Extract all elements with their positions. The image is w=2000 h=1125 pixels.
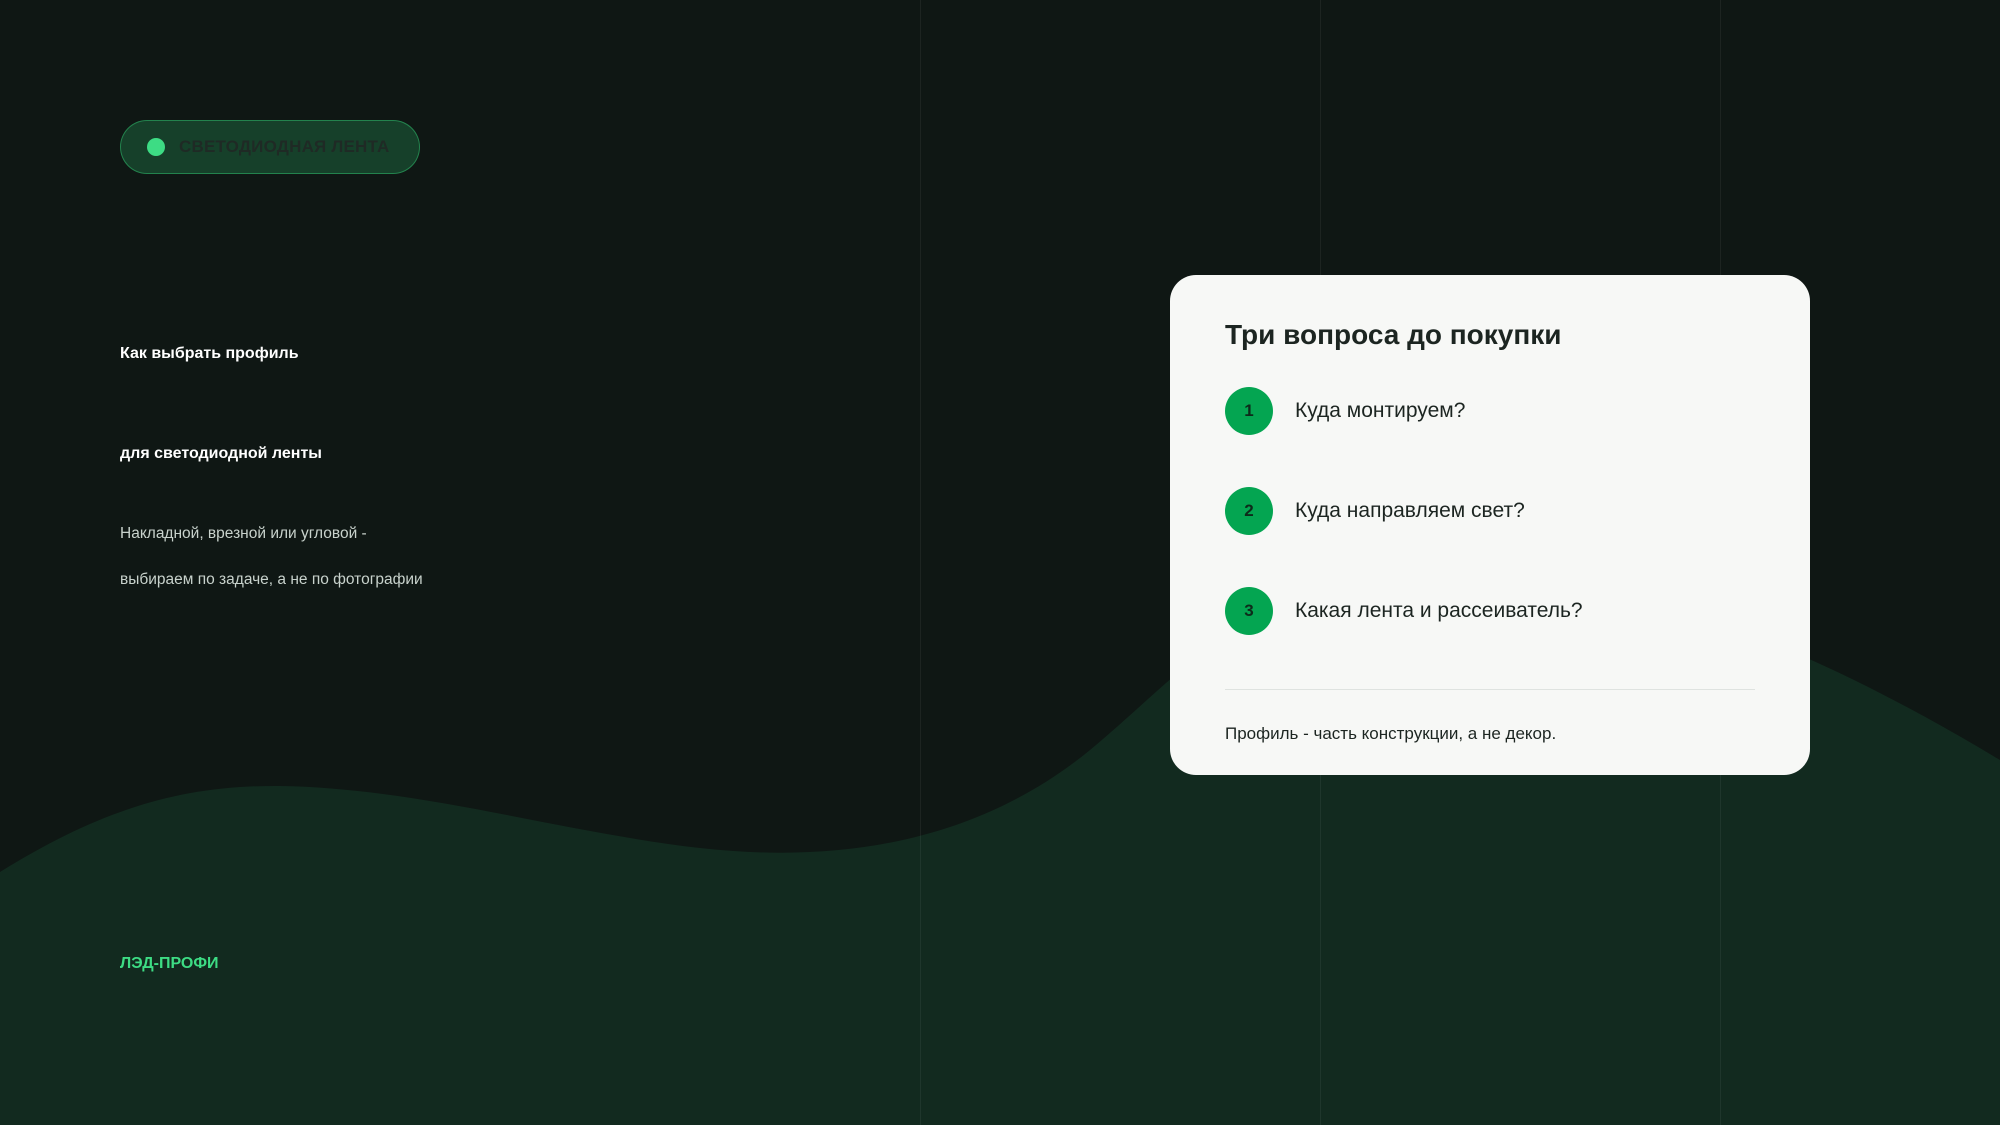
brand-name: ЛЭД-ПРОФИ <box>120 955 219 972</box>
category-badge-label: СВЕТОДИОДНАЯ ЛЕНТА <box>179 137 390 156</box>
category-badge: СВЕТОДИОДНАЯ ЛЕНТА <box>120 120 420 174</box>
lead-text-line-1: Накладной, врезной или угловой - <box>120 525 367 542</box>
lead-text-line-2: выбираем по задаче, а не по фотографии <box>120 571 423 588</box>
card-title: Три вопроса до покупки <box>1225 319 1562 350</box>
card-divider <box>1225 689 1755 690</box>
grid-line <box>920 0 921 1125</box>
question-item: 3 Какая лента и рассеиватель? <box>1225 587 1583 635</box>
question-text: Куда направляем свет? <box>1295 499 1525 522</box>
slide: СВЕТОДИОДНАЯ ЛЕНТА Как выбрать профиль д… <box>0 0 2000 1125</box>
questions-card: Три вопроса до покупки 1 Куда монтируем?… <box>1170 275 1810 775</box>
page-title-line-2: для светодиодной ленты <box>120 445 322 462</box>
question-text: Какая лента и рассеиватель? <box>1295 599 1583 622</box>
card-footnote: Профиль - часть конструкции, а не декор. <box>1225 724 1557 743</box>
question-item: 1 Куда монтируем? <box>1225 387 1465 435</box>
question-number-badge: 2 <box>1225 487 1273 535</box>
question-item: 2 Куда направляем свет? <box>1225 487 1525 535</box>
status-dot-icon <box>147 138 165 156</box>
question-number-badge: 1 <box>1225 387 1273 435</box>
question-number-badge: 3 <box>1225 587 1273 635</box>
page-title-line-1: Как выбрать профиль <box>120 345 299 362</box>
question-text: Куда монтируем? <box>1295 399 1466 422</box>
